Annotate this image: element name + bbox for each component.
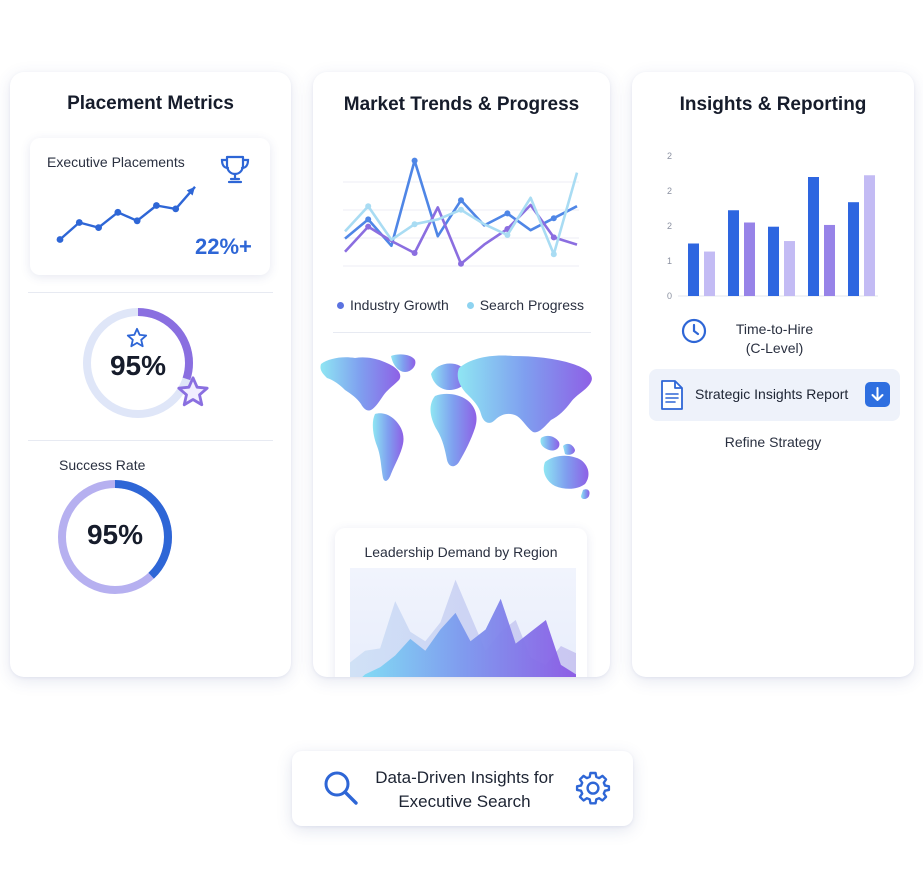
market-trends-line-chart bbox=[343, 157, 579, 267]
market-trends-title: Market Trends & Progress bbox=[343, 94, 580, 115]
trend-line bbox=[59, 186, 196, 241]
world-map-image bbox=[320, 354, 592, 499]
search-icon[interactable] bbox=[322, 769, 360, 807]
legend-label: Industry Growth bbox=[350, 297, 449, 313]
line-point bbox=[458, 206, 464, 213]
strategic-insights-report-label: Strategic Insights Report bbox=[695, 386, 849, 402]
document-icon bbox=[661, 380, 683, 410]
insights-bar-chart: 0 1 2 2 2 bbox=[667, 151, 878, 301]
line-point bbox=[550, 215, 557, 222]
line-point bbox=[411, 250, 418, 256]
trend-point bbox=[95, 224, 102, 231]
bar bbox=[848, 202, 859, 296]
time-to-hire-label: Time-to-Hire (C-Level) bbox=[712, 320, 837, 358]
success-rate-value: 95% bbox=[86, 519, 144, 550]
clock-icon bbox=[681, 318, 707, 344]
strategic-insights-report-row[interactable]: Strategic Insights Report bbox=[649, 369, 900, 421]
bar bbox=[768, 226, 779, 296]
y-tick-label: 0 bbox=[667, 291, 672, 301]
bar bbox=[808, 177, 819, 296]
bar bbox=[784, 241, 795, 296]
success-rate-label: Success Rate bbox=[59, 457, 146, 473]
trend-point bbox=[172, 205, 180, 213]
line-point bbox=[550, 234, 557, 241]
divider bbox=[333, 332, 591, 333]
bar bbox=[688, 243, 699, 296]
y-tick-label: 2 bbox=[667, 151, 672, 161]
star-outline-icon bbox=[177, 376, 209, 407]
star-icon bbox=[126, 327, 148, 348]
line-point bbox=[458, 197, 464, 204]
line-point bbox=[365, 216, 372, 223]
insights-reporting-title: Insights & Reporting bbox=[679, 94, 867, 115]
data-driven-insights-banner[interactable]: Data-Driven Insights for Executive Searc… bbox=[292, 751, 633, 826]
download-arrow-icon bbox=[871, 387, 884, 401]
legend-item-industry-growth: Industry Growth bbox=[337, 297, 453, 313]
y-tick-label: 1 bbox=[667, 256, 672, 266]
placement-metrics-title: Placement Metrics bbox=[67, 93, 234, 114]
bar bbox=[704, 251, 715, 296]
banner-line-2: Executive Search bbox=[398, 792, 531, 811]
executive-placements-widget[interactable]: Executive Placements 22%+ bbox=[30, 138, 270, 275]
market-trends-card: Market Trends & Progress Industry Growth… bbox=[313, 72, 610, 677]
trend-point bbox=[133, 217, 141, 225]
line-point bbox=[411, 157, 418, 164]
trend-point bbox=[56, 236, 64, 243]
line-point bbox=[458, 260, 464, 267]
legend-label: Search Progress bbox=[479, 297, 584, 313]
bar bbox=[744, 222, 755, 296]
placement-metrics-card: Placement Metrics Executive Placements 2… bbox=[10, 72, 291, 677]
banner-line-1: Data-Driven Insights for bbox=[375, 768, 554, 787]
legend-dot bbox=[466, 301, 474, 309]
trend-point bbox=[153, 202, 160, 209]
bar bbox=[824, 224, 835, 296]
time-to-hire-subtitle: (C-Level) bbox=[745, 340, 804, 356]
time-to-hire-title: Time-to-Hire bbox=[735, 321, 814, 337]
refine-strategy-label[interactable]: Refine Strategy bbox=[632, 434, 914, 450]
download-report-button[interactable] bbox=[865, 382, 890, 407]
purple-trend-line bbox=[344, 203, 578, 266]
bar bbox=[728, 210, 739, 296]
insights-reporting-card: Insights & Reporting 0 1 2 2 2 Time-to-Hire … bbox=[632, 72, 914, 677]
legend-item-search-progress: Search Progress bbox=[466, 297, 584, 313]
executive-placements-trend-chart bbox=[56, 186, 196, 243]
line-point bbox=[411, 221, 418, 228]
trend-point bbox=[114, 208, 122, 216]
banner-text: Data-Driven Insights for Executive Searc… bbox=[362, 766, 567, 814]
line-point bbox=[504, 210, 511, 217]
trend-point bbox=[75, 219, 83, 226]
line-point bbox=[365, 203, 372, 210]
y-tick-label: 2 bbox=[667, 186, 672, 196]
line-point bbox=[504, 232, 511, 238]
y-tick-label: 2 bbox=[667, 221, 672, 231]
market-trends-legend: Industry Growth Search Progress bbox=[337, 297, 598, 313]
search-progress-line bbox=[344, 172, 579, 256]
trophy-icon bbox=[220, 155, 250, 184]
bar bbox=[864, 175, 875, 296]
divider bbox=[28, 440, 273, 441]
divider bbox=[28, 292, 273, 293]
legend-dot bbox=[337, 301, 344, 309]
leadership-demand-area-chart bbox=[350, 568, 576, 677]
rating-value: 95% bbox=[109, 350, 167, 381]
line-point bbox=[365, 223, 372, 230]
gear-icon[interactable] bbox=[575, 770, 611, 806]
leadership-demand-title: Leadership Demand by Region bbox=[364, 544, 558, 560]
executive-placements-change: 22%+ bbox=[195, 234, 252, 259]
line-point bbox=[550, 251, 557, 258]
leadership-demand-widget[interactable]: Leadership Demand by Region bbox=[335, 528, 587, 677]
